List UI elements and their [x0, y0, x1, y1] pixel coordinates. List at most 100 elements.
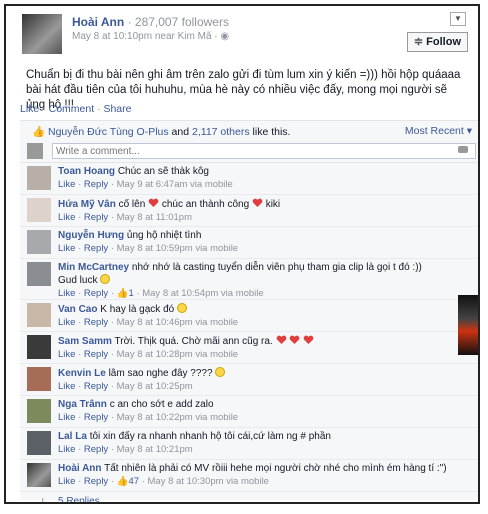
commenter-avatar[interactable]	[27, 166, 51, 190]
comment-like-count[interactable]: 1	[128, 288, 133, 299]
commenter-avatar[interactable]	[27, 431, 51, 455]
comment-item: Kenvin Le lâm sao nghe đây ???? Like · R…	[20, 364, 478, 396]
comment-item: Lal La tôi xin đấy ra nhanh nhanh hộ tôi…	[20, 428, 478, 460]
comment-text: Tất nhiên là phải có MV rồiii hehe mọi n…	[104, 463, 447, 474]
comment-text: K hay là gạck đó	[100, 304, 175, 315]
comment-item: Min McCartney nhớ nhớ là casting tuyển d…	[20, 259, 478, 300]
post-card: Hoài Ann · 287,007 followers May 8 at 10…	[4, 4, 480, 504]
comment-time[interactable]: May 8 at 10:25pm	[117, 381, 193, 392]
commenter-name[interactable]: Nguyễn Hưng	[58, 230, 124, 241]
comment-text: nhớ nhớ là casting tuyển diễn viên phụ t…	[131, 262, 422, 273]
comment-reply-link[interactable]: Reply	[84, 412, 108, 423]
comment-text: ủng hộ nhiệt tình	[126, 230, 202, 241]
commenter-avatar[interactable]	[27, 399, 51, 423]
replies-row: ↳ 5 Replies	[20, 492, 478, 502]
author-name[interactable]: Hoài Ann	[72, 15, 124, 29]
commenter-name[interactable]: Lal La	[58, 431, 87, 442]
comment-time[interactable]: May 8 at 10:30pm via mobile	[148, 476, 269, 487]
follow-button[interactable]: ≑ Follow	[406, 32, 468, 52]
post-timestamp[interactable]: May 8 at 10:10pm near Kim Mã ·	[72, 31, 218, 42]
comment-reply-link[interactable]: Reply	[84, 349, 108, 360]
thumbs-up-icon: 👍	[116, 476, 129, 487]
thumbs-up-icon: 👍	[32, 126, 46, 138]
commenter-avatar[interactable]	[27, 262, 51, 286]
likes-and: and	[168, 126, 192, 138]
comment-text: c an cho sớt e add zalo	[109, 399, 214, 410]
comment-time[interactable]: May 8 at 10:22pm via mobile	[117, 412, 238, 423]
comment-time[interactable]: May 8 at 11:01pm	[117, 212, 192, 223]
comment-like-link[interactable]: Like	[58, 381, 75, 392]
comment-item: Hứa Mỹ Vân cố lên chúc an thành công kik…	[20, 195, 478, 227]
comment-item: Hoài Ann Tất nhiên là phải có MV rồiii h…	[20, 460, 478, 492]
comment-text: lâm sao nghe đây ????	[108, 368, 213, 379]
chevron-down-icon[interactable]: ▼	[450, 12, 466, 26]
write-comment-row	[20, 140, 478, 163]
comment-like-link[interactable]: Like	[58, 349, 75, 360]
comment-reply-link[interactable]: Reply	[84, 381, 108, 392]
commenter-name[interactable]: Nga Trânn	[58, 399, 107, 410]
comment-text: Chúc an sẽ thàk kôg	[117, 166, 209, 177]
commenter-avatar[interactable]	[27, 367, 51, 391]
commenter-avatar[interactable]	[27, 463, 51, 487]
author-line: Hoài Ann · 287,007 followers	[72, 15, 229, 29]
comment-reply-link[interactable]: Reply	[84, 243, 108, 254]
commenter-name[interactable]: Van Cao	[58, 304, 97, 315]
comment-input[interactable]	[52, 143, 476, 159]
comment-reply-link[interactable]: Reply	[84, 444, 108, 455]
smile-icon	[176, 303, 187, 313]
follow-label: Follow	[426, 36, 461, 48]
comment-reply-link[interactable]: Reply	[84, 179, 108, 190]
comment-reply-link[interactable]: Reply	[84, 212, 108, 223]
comment-text: kiki	[265, 199, 281, 210]
commenter-avatar[interactable]	[27, 230, 51, 254]
like-link[interactable]: Like	[20, 103, 39, 115]
comment-time[interactable]: May 8 at 10:21pm	[117, 444, 193, 455]
comment-link[interactable]: Comment	[49, 103, 95, 115]
comment-item: Toan Hoang Chúc an sẽ thàk kôg Like · Re…	[20, 163, 478, 195]
sort-dropdown[interactable]: Most Recent ▾	[405, 125, 472, 137]
comment-time[interactable]: May 8 at 10:28pm via mobile	[117, 349, 238, 360]
likers-count[interactable]: 2,117 others	[192, 126, 250, 138]
author-avatar[interactable]	[22, 14, 62, 54]
commenter-name[interactable]: Toan Hoang	[58, 166, 115, 177]
commenter-name[interactable]: Kenvin Le	[58, 368, 106, 379]
share-link[interactable]: Share	[103, 103, 131, 115]
comment-like-link[interactable]: Like	[58, 179, 75, 190]
heart-icon	[148, 198, 159, 208]
likes-summary: 👍 Nguyễn Đức Tùng O-Plus and 2,117 other…	[20, 120, 478, 141]
comment-reply-link[interactable]: Reply	[84, 476, 108, 487]
commenter-name[interactable]: Min McCartney	[58, 262, 129, 273]
comment-like-link[interactable]: Like	[58, 243, 75, 254]
commenter-avatar[interactable]	[27, 198, 51, 222]
commenter-avatar[interactable]	[27, 335, 51, 359]
smile-icon	[215, 367, 226, 377]
follower-count: · 287,007 followers	[127, 15, 229, 29]
view-replies-link[interactable]: 5 Replies	[58, 496, 100, 502]
liker-name[interactable]: Nguyễn Đức Tùng O-Plus	[48, 126, 169, 138]
commenter-avatar[interactable]	[27, 303, 51, 327]
comment-like-count[interactable]: 47	[128, 476, 139, 487]
commenter-name[interactable]: Sam Samm	[58, 336, 112, 347]
comment-time[interactable]: May 8 at 10:54pm via mobile	[142, 288, 263, 299]
comment-text: tôi xin đấy ra nhanh nhanh hộ tôi cái,cứ…	[89, 431, 331, 442]
comment-time[interactable]: May 9 at 6:47am via mobile	[117, 179, 233, 190]
commenter-name[interactable]: Hứa Mỹ Vân	[58, 199, 116, 210]
heart-icon	[303, 335, 314, 345]
comments-list: Toan Hoang Chúc an sẽ thàk kôg Like · Re…	[20, 140, 478, 502]
comment-like-link[interactable]: Like	[58, 212, 75, 223]
comment-like-link[interactable]: Like	[58, 476, 75, 487]
comment-reply-link[interactable]: Reply	[84, 317, 108, 328]
comment-like-link[interactable]: Like	[58, 317, 75, 328]
comment-like-link[interactable]: Like	[58, 444, 75, 455]
heart-icon	[276, 335, 287, 345]
post-header: Hoài Ann · 287,007 followers May 8 at 10…	[6, 6, 478, 58]
camera-icon[interactable]	[458, 146, 468, 153]
comment-like-link[interactable]: Like	[58, 412, 75, 423]
comment-like-link[interactable]: Like	[58, 288, 75, 299]
commenter-name[interactable]: Hoài Ann	[58, 463, 102, 474]
comment-time[interactable]: May 8 at 10:59pm via mobile	[117, 243, 238, 254]
comment-time[interactable]: May 8 at 10:46pm via mobile	[117, 317, 238, 328]
comment-text-line2: Gud luck	[58, 275, 98, 286]
comment-text: chúc an thành công	[161, 199, 250, 210]
comment-reply-link[interactable]: Reply	[84, 288, 108, 299]
